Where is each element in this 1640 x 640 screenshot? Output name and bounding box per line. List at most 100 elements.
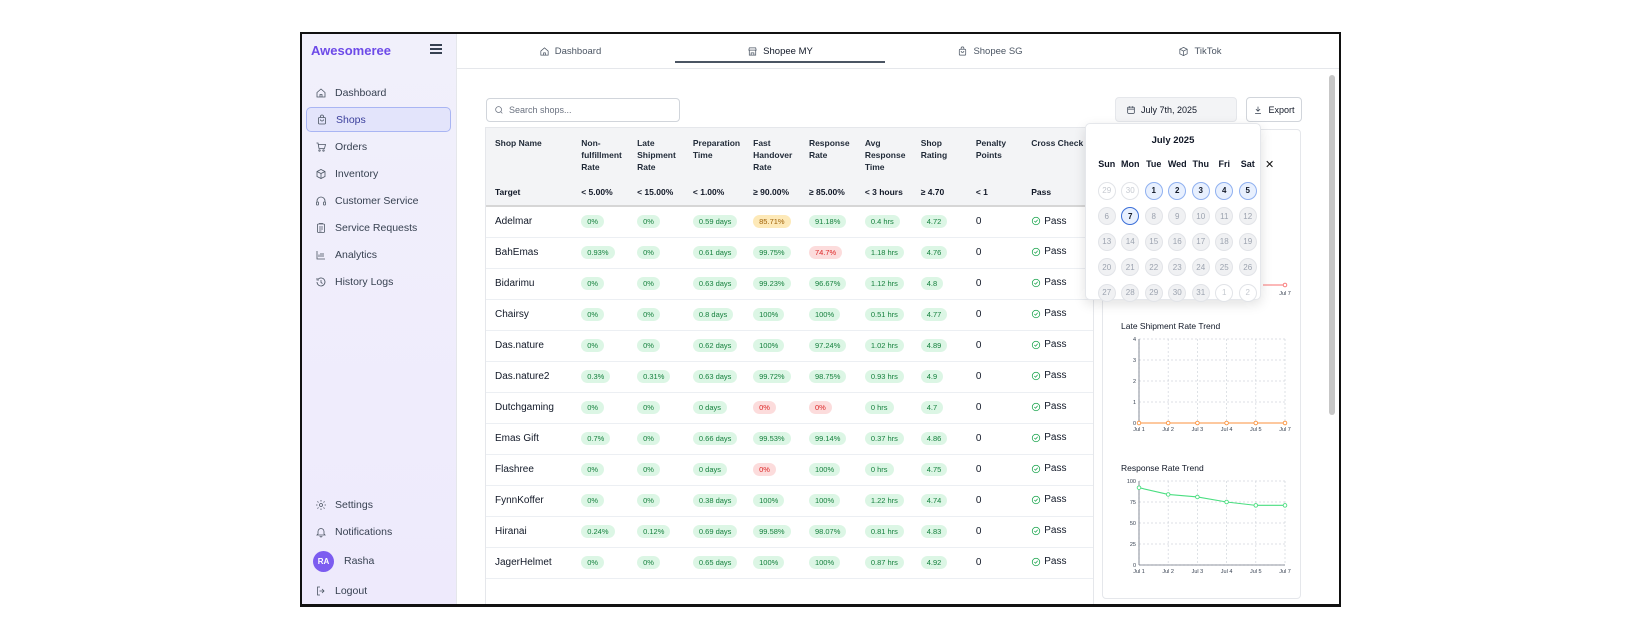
search-input[interactable]: Search shops...	[486, 98, 680, 122]
metric-cell: 100%	[799, 547, 856, 579]
data-point[interactable]	[1282, 282, 1288, 288]
data-point[interactable]	[1165, 420, 1171, 426]
data-point[interactable]	[1253, 503, 1259, 508]
calendar-day[interactable]: 4	[1215, 181, 1234, 200]
export-button[interactable]: Export	[1246, 97, 1302, 122]
calendar-day[interactable]: 2	[1168, 181, 1187, 200]
calendar-day[interactable]: 1	[1144, 181, 1163, 200]
metric-badge: 0%	[753, 401, 776, 414]
metric-cell: 74.7%	[799, 237, 856, 269]
table-row[interactable]: Chairsy 0% 0% 0.8 days 100% 100% 0.51 hrs 4.77 0…	[486, 299, 1093, 331]
tab-shopee-my[interactable]: Shopee MY	[675, 34, 885, 69]
data-point[interactable]	[1195, 494, 1200, 500]
shop-name-cell[interactable]: Bidarimu	[486, 268, 573, 300]
brand-logo[interactable]: Awesomeree	[311, 43, 391, 58]
data-point[interactable]	[1165, 492, 1171, 497]
calendar-day: 17	[1191, 232, 1210, 251]
data-point[interactable]	[1253, 420, 1259, 426]
shop-name-cell[interactable]: Das.nature2	[486, 361, 573, 393]
user-profile[interactable]: RA Rasha	[306, 546, 451, 576]
column-header[interactable]: Fast Handover Rate	[744, 128, 800, 179]
shop-name-cell[interactable]: Hiranai	[486, 516, 573, 548]
sidebar-item-shops[interactable]: Shops	[306, 107, 451, 132]
table-row[interactable]: Bidarimu 0% 0% 0.63 days 99.23% 96.67% 1.12 hr…	[486, 268, 1093, 300]
column-header[interactable]: Cross Check	[1022, 128, 1093, 179]
table-body: Target < 5.00% < 15.00% < 1.00% ≥ 90.00% ≥ 85…	[486, 179, 1093, 579]
sidebar-item-settings[interactable]: Settings	[306, 492, 451, 517]
table-row[interactable]: BahEmas 0.93% 0% 0.61 days 99.75% 74.7% 1.18 h…	[486, 237, 1093, 269]
date-picker-button[interactable]: July 7th, 2025	[1115, 97, 1237, 122]
column-header[interactable]: Preparation Time	[683, 128, 745, 179]
metric-cell: 0%	[744, 454, 800, 486]
shop-name-cell[interactable]: JagerHelmet	[486, 547, 573, 579]
sidebar-item-notifications[interactable]: Notifications	[306, 519, 451, 544]
table-row[interactable]: Dutchgaming 0% 0% 0 days 0% 0% 0 hrs 4.7 0 Pass	[486, 392, 1093, 424]
column-header[interactable]: Non-fulfillment Rate	[572, 128, 629, 179]
close-icon[interactable]: ✕	[1265, 158, 1274, 171]
bell-icon	[314, 525, 327, 538]
sidebar-item-service-requests[interactable]: Service Requests	[306, 215, 451, 240]
logout-button[interactable]: Logout	[306, 578, 451, 603]
calendar-day[interactable]: 5	[1238, 181, 1257, 200]
column-header[interactable]: Response Rate	[799, 128, 856, 179]
target-cell: < 15.00%	[628, 179, 684, 207]
metric-badge: 0.12%	[637, 525, 671, 538]
data-point[interactable]	[1195, 420, 1200, 426]
search-placeholder: Search shops...	[509, 105, 572, 115]
table-row[interactable]: Hiranai 0.24% 0.12% 0.69 days 99.58% 98.07% 0.…	[486, 516, 1093, 548]
shop-name-cell[interactable]: Das.nature	[486, 330, 573, 362]
table-row[interactable]: Das.nature 0% 0% 0.62 days 100% 97.24% 1.02 hr…	[486, 330, 1093, 362]
data-point[interactable]	[1282, 420, 1288, 426]
column-header[interactable]: Avg Response Time	[855, 128, 912, 179]
table-row[interactable]: FynnKoffer 0% 0% 0.38 days 100% 100% 1.22 hrs 4…	[486, 485, 1093, 517]
calendar-day[interactable]: 3	[1191, 181, 1210, 200]
metric-badge: 100%	[808, 494, 841, 507]
metric-cell: 0 days	[683, 454, 745, 486]
metric-cell: 0%	[799, 392, 856, 424]
sidebar-item-inventory[interactable]: Inventory	[306, 161, 451, 186]
sidebar-item-orders[interactable]: Orders	[306, 134, 451, 159]
column-header[interactable]: Shop Name	[486, 128, 573, 179]
metric-badge: 4.77	[920, 308, 948, 321]
shop-name-cell[interactable]: BahEmas	[486, 237, 573, 269]
shop-name-cell[interactable]: FynnKoffer	[486, 485, 573, 517]
data-point[interactable]	[1136, 485, 1142, 490]
data-point[interactable]	[1224, 499, 1229, 505]
cross-check-label: Pass	[1044, 463, 1067, 475]
shop-name-cell[interactable]: Chairsy	[486, 299, 573, 331]
metric-badge: 0%	[637, 463, 660, 476]
sidebar-item-customer-service[interactable]: Customer Service	[306, 188, 451, 213]
check-circle-icon	[1032, 495, 1041, 504]
tab-label: Shopee MY	[763, 46, 813, 57]
table-row[interactable]: Flashree 0% 0% 0 days 0% 100% 0 hrs 4.75 0 Pass	[486, 454, 1093, 486]
data-point[interactable]	[1224, 420, 1229, 426]
sidebar-item-dashboard[interactable]: Dashboard	[306, 80, 451, 105]
data-point[interactable]	[1136, 420, 1142, 426]
sidebar-item-history-logs[interactable]: History Logs	[306, 269, 451, 294]
scrollbar[interactable]	[1329, 75, 1335, 415]
metric-cell: 0.31%	[628, 361, 684, 393]
calendar-day-selected[interactable]: 7	[1121, 207, 1140, 225]
tab-tiktok[interactable]: TikTok	[1095, 34, 1305, 69]
column-header[interactable]: Shop Rating	[911, 128, 967, 179]
menu-icon[interactable]	[430, 44, 442, 54]
weekday-label: Thu	[1192, 159, 1210, 169]
metric-cell: 99.23%	[744, 268, 800, 300]
shop-name-cell[interactable]: Flashree	[486, 454, 573, 486]
metric-badge: 99.23%	[753, 277, 791, 290]
table-row[interactable]: Emas Gift 0.7% 0% 0.66 days 99.53% 99.14% 0.37…	[486, 423, 1093, 455]
table-row[interactable]: Das.nature2 0.3% 0.31% 0.63 days 99.72% 98.75…	[486, 361, 1093, 393]
shop-name-cell[interactable]: Dutchgaming	[486, 392, 573, 424]
shop-name-cell[interactable]: Emas Gift	[486, 423, 573, 455]
metric-badge: 0.3%	[581, 370, 611, 383]
weekday-label: Fri	[1218, 159, 1230, 169]
sidebar-item-analytics[interactable]: Analytics	[306, 242, 451, 267]
tab-dashboard[interactable]: Dashboard	[465, 34, 675, 69]
column-header[interactable]: Penalty Points	[966, 128, 1023, 179]
tab-shopee-sg[interactable]: Shopee SG	[885, 34, 1095, 69]
column-header[interactable]: Late Shipment Rate	[628, 128, 684, 179]
shop-name-cell[interactable]: Adelmar	[486, 206, 573, 238]
table-row[interactable]: JagerHelmet 0% 0% 0.65 days 100% 100% 0.87 hrs…	[486, 547, 1093, 579]
table-row[interactable]: Adelmar 0% 0% 0.59 days 85.71% 91.18% 0.4 hrs 4…	[486, 206, 1093, 238]
data-point[interactable]	[1282, 503, 1288, 508]
